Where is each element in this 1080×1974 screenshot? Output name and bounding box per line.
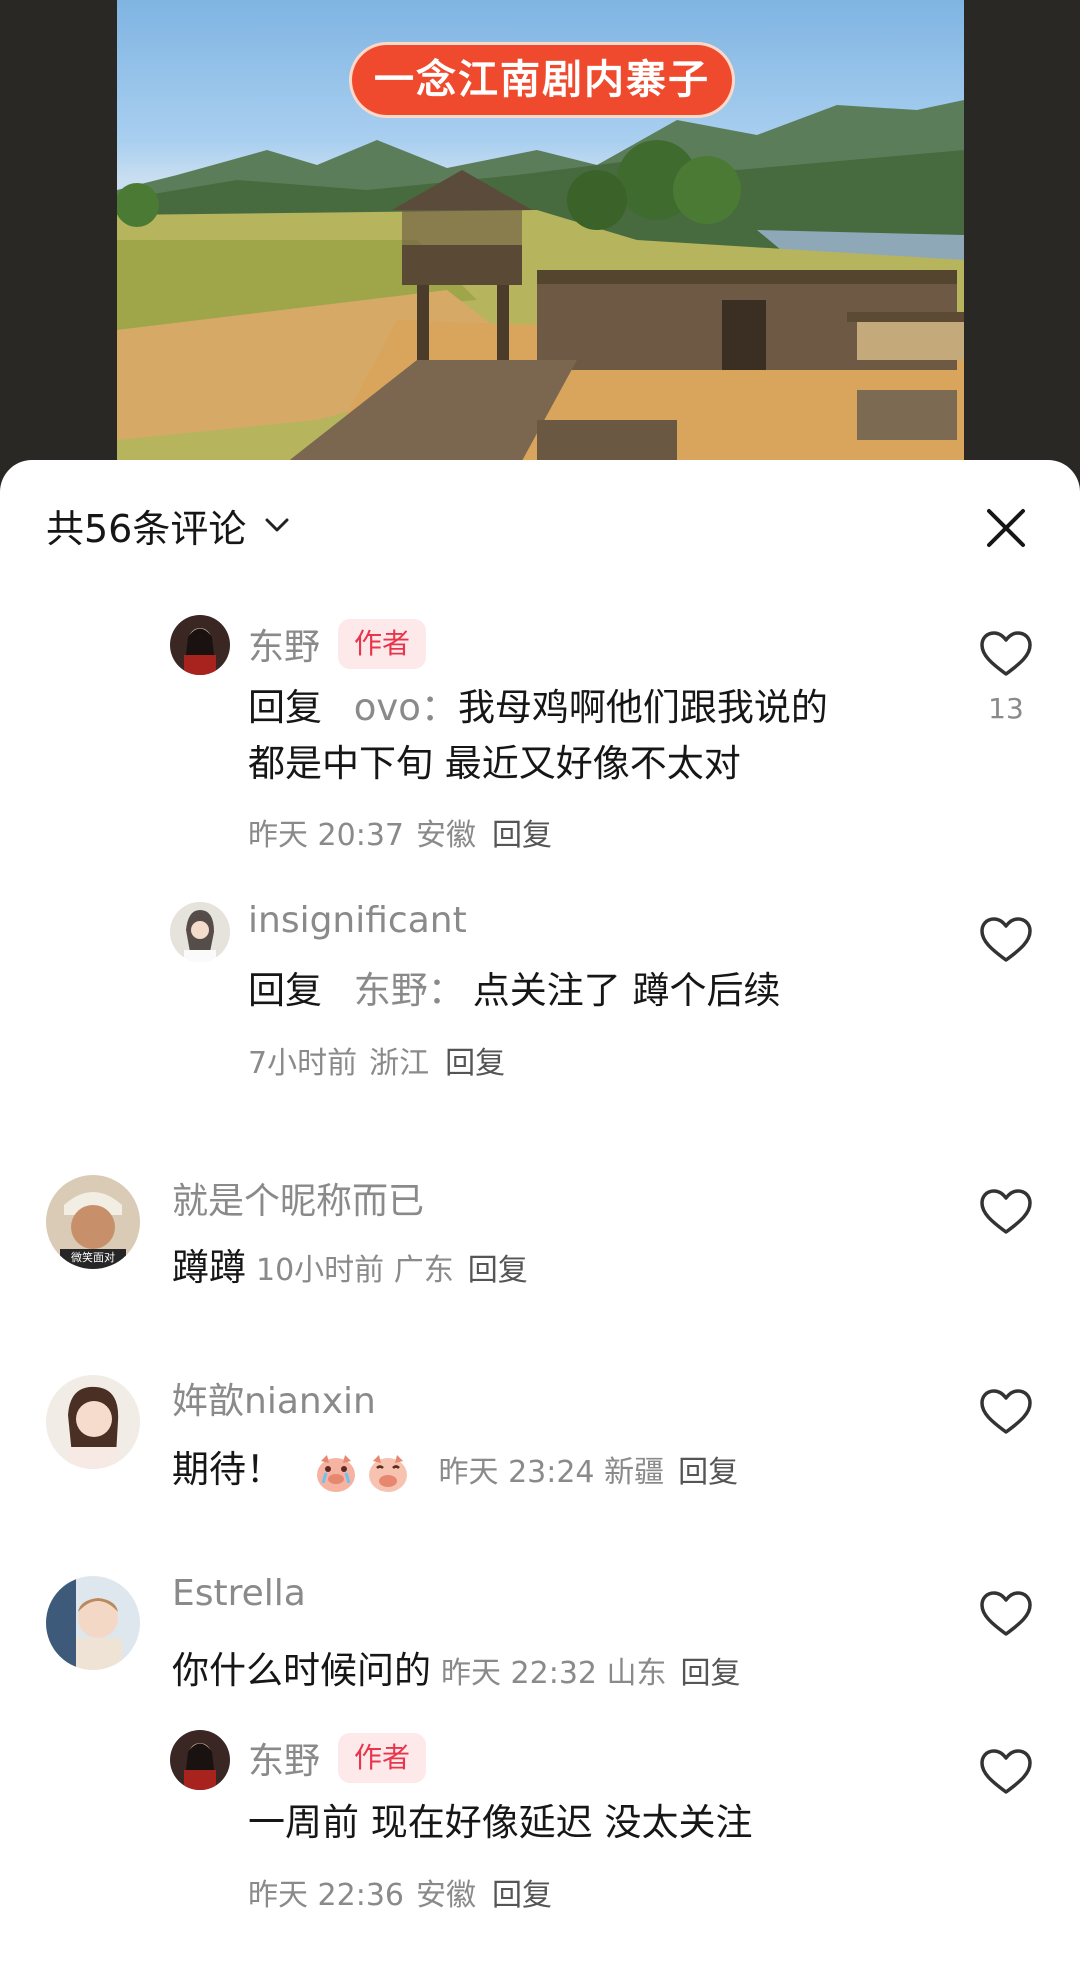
- username[interactable]: 东野: [248, 618, 320, 670]
- comment-meta: 10小时前 广东 回复: [256, 1253, 528, 1288]
- comment-text: 你什么时候问的 昨天 22:32 山东 回复: [172, 1643, 741, 1702]
- comment-time: 昨天 20:37: [248, 818, 404, 853]
- avatar[interactable]: 微笑面对: [46, 1175, 140, 1269]
- comment-count-label: 共56条评论: [46, 506, 247, 551]
- pig-crying-icon: [316, 1454, 355, 1492]
- reply-button[interactable]: 回复: [678, 1455, 738, 1490]
- comment-text: 回复 ovo：我母鸡啊他们跟我说的 都是中下旬 最近又好像不太对: [248, 680, 828, 792]
- reply-button[interactable]: 回复: [681, 1656, 741, 1691]
- avatar[interactable]: [170, 902, 230, 962]
- like-button[interactable]: [976, 1188, 1036, 1236]
- comment-text: 一周前 现在好像延迟 没太关注: [248, 1795, 753, 1851]
- close-icon: [987, 509, 1025, 547]
- author-badge: 作者: [338, 619, 427, 669]
- avatar[interactable]: [46, 1576, 140, 1670]
- comment-text-body: 一周前 现在好像延迟 没太关注: [248, 1801, 753, 1844]
- comment-meta: 昨天 23:24 新疆 回复: [439, 1455, 739, 1490]
- comment-text-body: 蹲蹲: [172, 1246, 246, 1289]
- like-button[interactable]: [976, 1388, 1036, 1436]
- reply-button[interactable]: 回复: [492, 1870, 552, 1914]
- comment-time: 7小时前: [248, 1046, 358, 1081]
- comment-location: 安徽: [416, 818, 476, 853]
- like-count: 13: [988, 692, 1024, 725]
- like-button[interactable]: [976, 916, 1036, 964]
- comment-location: 广东: [393, 1253, 454, 1288]
- close-button[interactable]: [978, 500, 1034, 556]
- avatar-caption: 微笑面对: [71, 1250, 115, 1264]
- comment-time: 昨天 22:32: [441, 1656, 597, 1691]
- comment-text-line1: 我母鸡啊他们跟我说的: [457, 686, 828, 729]
- heart-icon: [980, 631, 1032, 676]
- username[interactable]: 姩歆nianxin: [172, 1372, 376, 1424]
- comment-text: 期待！ 昨天 23:24 新疆 回复: [172, 1442, 738, 1501]
- avatar[interactable]: [170, 615, 230, 675]
- like-button[interactable]: [976, 1590, 1036, 1638]
- heart-icon: [980, 917, 1032, 962]
- reply-prefix: 回复: [248, 969, 322, 1012]
- video-preview[interactable]: 一念江南剧内寨子: [117, 0, 964, 470]
- comment-location: 新疆: [604, 1455, 665, 1490]
- comment-text: 蹲蹲 10小时前 广东 回复: [172, 1240, 528, 1299]
- comment-text: 回复 东野： 点关注了 蹲个后续: [248, 963, 781, 1019]
- comment-location: 浙江: [369, 1046, 430, 1081]
- comment-count-dropdown[interactable]: 共56条评论: [46, 490, 292, 560]
- comment-location: 安徽: [416, 1878, 476, 1913]
- chevron-down-icon: [262, 510, 292, 540]
- username[interactable]: 就是个昵称而已: [172, 1172, 424, 1224]
- like-button[interactable]: [976, 1748, 1036, 1796]
- heart-icon: [980, 1189, 1032, 1234]
- reply-button[interactable]: 回复: [468, 1253, 528, 1288]
- heart-icon: [980, 1591, 1032, 1636]
- pig-pouting-icon: [368, 1454, 407, 1492]
- comment-time: 昨天 22:36: [248, 1878, 404, 1913]
- comment-time: 昨天 23:24: [438, 1455, 595, 1490]
- reply-target-name[interactable]: 东野：: [354, 969, 465, 1012]
- heart-icon: [980, 1389, 1032, 1434]
- username[interactable]: insignificant: [248, 900, 467, 941]
- video-title-pill: 一念江南剧内寨子: [352, 45, 732, 115]
- avatar[interactable]: [46, 1375, 140, 1469]
- username[interactable]: Estrella: [172, 1573, 306, 1614]
- comment-meta: 7小时前 浙江 回复: [248, 1038, 505, 1082]
- comment-sheet: 共56条评论 东野 作者 回复 ovo：我母鸡啊他们跟我说的 都是中下旬 最近又…: [0, 460, 1080, 1974]
- comment-text-body: 期待！: [172, 1448, 283, 1491]
- comment-text-body: 你什么时候问的: [172, 1649, 431, 1692]
- comment-text-line2: 都是中下旬 最近又好像不太对: [248, 742, 741, 785]
- comment-meta: 昨天 22:32 山东 回复: [441, 1656, 741, 1691]
- reply-button[interactable]: 回复: [492, 810, 552, 854]
- reply-prefix: 回复: [248, 686, 322, 729]
- comment-text-body: 点关注了 蹲个后续: [472, 969, 781, 1012]
- comment-time: 10小时前: [256, 1253, 385, 1288]
- reply-target-name[interactable]: ovo：: [354, 686, 458, 729]
- reply-button[interactable]: 回复: [445, 1038, 505, 1082]
- author-badge: 作者: [338, 1733, 427, 1783]
- comment-location: 山东: [606, 1656, 667, 1691]
- heart-icon: [980, 1749, 1032, 1794]
- like-button[interactable]: 13: [976, 630, 1036, 725]
- comment-meta: 昨天 22:36 安徽 回复: [248, 1870, 552, 1914]
- username[interactable]: 东野: [248, 1732, 320, 1784]
- avatar[interactable]: [170, 1730, 230, 1790]
- comment-meta: 昨天 20:37 安徽 回复: [248, 810, 552, 854]
